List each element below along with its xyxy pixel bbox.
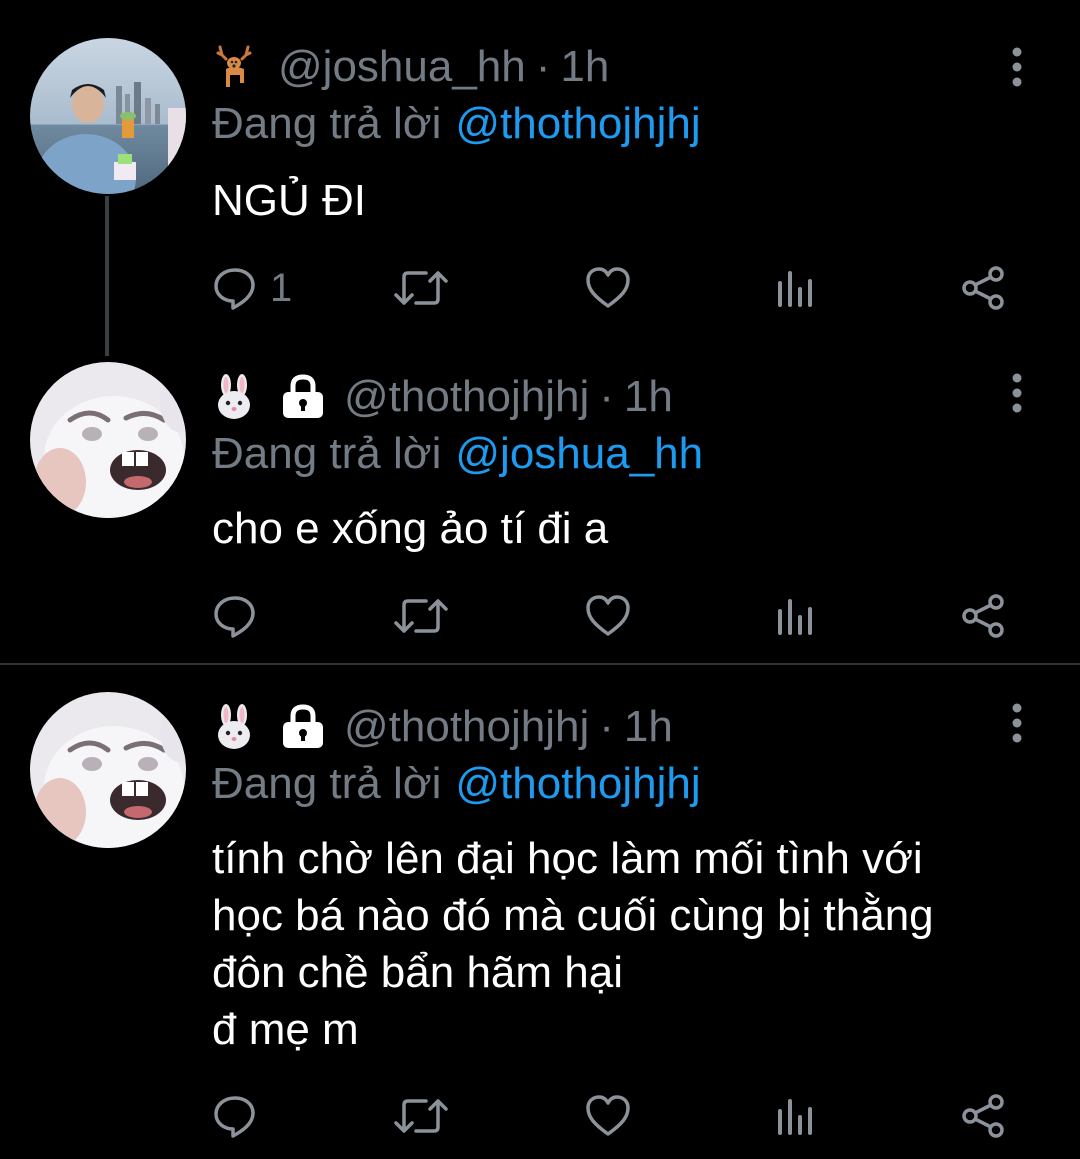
tweet-text-line: đôn chề bẩn hãm hại <box>212 948 623 997</box>
replying-to: Đang trả lời @joshua_hh <box>212 424 703 484</box>
replying-to-mention[interactable]: @thothojhjhj <box>455 759 700 809</box>
views-button[interactable] <box>774 1086 814 1146</box>
share-icon <box>962 1094 1004 1138</box>
heart-icon <box>586 1095 630 1136</box>
replying-to-mention[interactable]: @thothojhjhj <box>455 99 700 149</box>
replying-to-label: Đang trả lời <box>212 429 442 478</box>
replying-to: Đang trả lời @thothojhjhj <box>212 754 701 814</box>
share-button[interactable] <box>960 586 1008 646</box>
reply-button[interactable]: 1 <box>212 258 292 318</box>
lock-icon <box>278 704 328 750</box>
retweet-button[interactable] <box>392 1086 450 1146</box>
reply-count: 1 <box>270 265 293 310</box>
reply-icon <box>214 268 255 310</box>
retweet-button[interactable] <box>392 586 450 646</box>
avatar-thothojhjhj[interactable] <box>30 692 186 848</box>
tweet-joshua[interactable]: @joshua_hh · 1h Đang trả lời @thothojhjh… <box>0 0 1080 340</box>
reply-button[interactable] <box>212 586 270 646</box>
tweet-thothojhjhj-2[interactable]: @thothojhjhj · 1h Đang trả lời @thothojh… <box>0 666 1080 1159</box>
more-vertical-icon <box>1012 373 1022 413</box>
tweet-text: NGỦ ĐI <box>212 172 1052 229</box>
views-button[interactable] <box>774 258 814 318</box>
tweet-divider <box>0 663 1080 665</box>
deer-emoji-icon <box>212 43 256 91</box>
heart-icon <box>586 267 630 308</box>
separator-dot: · <box>599 702 614 751</box>
separator-dot: · <box>535 42 551 91</box>
views-icon <box>778 599 812 635</box>
tweet-thothojhjhj-1[interactable]: @thothojhjhj · 1h Đang trả lời @joshua_h… <box>0 340 1080 662</box>
replying-to: Đang trả lời @thothojhjhj <box>212 94 701 154</box>
replying-to-mention[interactable]: @joshua_hh <box>455 429 703 479</box>
tweet-actions: 1 <box>212 258 1032 318</box>
like-button[interactable] <box>584 258 632 318</box>
retweet-button[interactable] <box>392 258 450 318</box>
views-icon <box>778 1099 812 1135</box>
more-options-button[interactable] <box>1000 698 1034 748</box>
tweet-actions <box>212 1086 1032 1146</box>
rabbit-emoji-icon <box>212 373 256 421</box>
reply-icon <box>214 1096 255 1138</box>
more-options-button[interactable] <box>1000 42 1034 92</box>
replying-to-label: Đang trả lời <box>212 99 442 148</box>
tweet-actions <box>212 586 1032 646</box>
reply-button[interactable] <box>212 1086 270 1146</box>
like-button[interactable] <box>584 586 632 646</box>
tweet-thread: @joshua_hh · 1h Đang trả lời @thothojhjh… <box>0 0 1080 1159</box>
tweet-text: tính chờ lên đại học làm mối tình với họ… <box>212 830 1052 1058</box>
more-vertical-icon <box>1012 47 1022 87</box>
timestamp[interactable]: 1h <box>560 42 609 92</box>
retweet-icon <box>394 599 448 633</box>
share-icon <box>962 594 1004 638</box>
author-handle[interactable]: @thothojhjhj <box>344 702 589 752</box>
tweet-header: @joshua_hh · 1h <box>212 36 609 98</box>
rabbit-emoji-icon <box>212 703 256 751</box>
retweet-icon <box>394 1099 448 1133</box>
avatar-joshua[interactable] <box>30 38 186 194</box>
like-button[interactable] <box>584 1086 632 1146</box>
reply-icon <box>214 596 255 638</box>
share-button[interactable] <box>960 1086 1008 1146</box>
views-icon <box>778 271 812 307</box>
heart-icon <box>586 595 630 636</box>
separator-dot: · <box>599 372 614 421</box>
tweet-text: cho e xống ảo tí đi a <box>212 500 1052 557</box>
views-button[interactable] <box>774 586 814 646</box>
avatar-thothojhjhj[interactable] <box>30 362 186 518</box>
lock-icon <box>278 374 328 420</box>
tweet-text-line: NGỦ ĐI <box>212 176 366 225</box>
more-vertical-icon <box>1012 703 1022 743</box>
share-icon <box>962 266 1004 310</box>
retweet-icon <box>394 271 448 305</box>
tweet-text-line: học bá nào đó mà cuối cùng bị thằng <box>212 891 934 940</box>
author-handle[interactable]: @thothojhjhj <box>344 372 589 422</box>
tweet-header: @thothojhjhj · 1h <box>212 366 673 428</box>
timestamp[interactable]: 1h <box>624 372 673 422</box>
tweet-text-line: cho e xống ảo tí đi a <box>212 504 609 553</box>
share-button[interactable] <box>960 258 1008 318</box>
tweet-header: @thothojhjhj · 1h <box>212 696 673 758</box>
tweet-text-line: tính chờ lên đại học làm mối tình với <box>212 834 923 883</box>
tweet-text-line: đ mẹ m <box>212 1005 359 1054</box>
author-handle[interactable]: @joshua_hh <box>278 42 526 92</box>
timestamp[interactable]: 1h <box>624 702 673 752</box>
replying-to-label: Đang trả lời <box>212 759 442 808</box>
more-options-button[interactable] <box>1000 368 1034 418</box>
